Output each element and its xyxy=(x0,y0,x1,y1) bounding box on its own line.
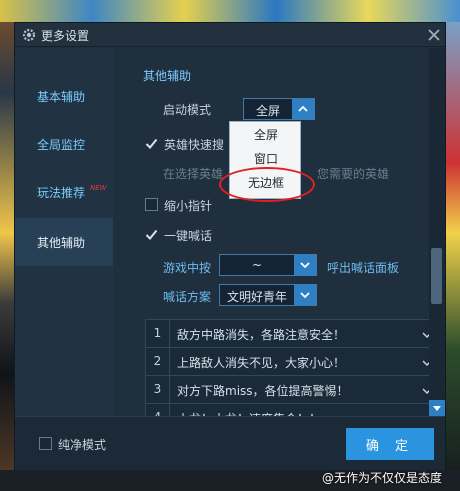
phrase-text: 敌方中路消失，各路注意安全！ xyxy=(177,328,346,342)
one-key-shout-label: 一键喊话 xyxy=(164,229,213,243)
startup-mode-select[interactable]: 全屏 xyxy=(243,98,315,120)
more-settings-dialog: 更多设置 基本辅助 全局监控 玩法推荐 NEW 其他辅助 其他辅助 启动模式 全… xyxy=(14,22,446,470)
sidebar-item-gameplay-recommend[interactable]: 玩法推荐 NEW xyxy=(15,168,113,216)
sidebar-item-label: 其他辅助 xyxy=(37,236,86,250)
sidebar-item-basic-assist[interactable]: 基本辅助 xyxy=(15,72,113,120)
open-shout-panel-label: 呼出喊话面板 xyxy=(327,261,400,275)
checkbox-box xyxy=(145,198,158,211)
pure-mode-label: 纯净模式 xyxy=(58,438,107,452)
checkmark-icon xyxy=(145,137,158,150)
phrase-text: 对方下路miss，各位提高警惕！ xyxy=(177,384,349,398)
checkmark-icon xyxy=(145,228,158,241)
new-badge: NEW xyxy=(90,184,107,192)
title-bar: 更多设置 xyxy=(15,23,445,47)
background-banner-top xyxy=(0,0,460,22)
sidebar-item-global-monitor[interactable]: 全局监控 xyxy=(15,120,113,168)
shout-scheme-label: 喊话方案 xyxy=(163,290,212,304)
content-scrollbar[interactable] xyxy=(429,48,445,416)
chevron-up-icon[interactable] xyxy=(292,99,314,119)
close-icon[interactable] xyxy=(425,26,443,44)
dialog-title: 更多设置 xyxy=(41,29,90,43)
phrase-row[interactable]: 2 上路敌人消失不见，大家小心！ xyxy=(146,348,438,376)
gear-icon xyxy=(21,27,37,43)
hero-hint-tail: 您需要的英雄 xyxy=(317,167,390,181)
background-strip-right xyxy=(446,22,460,491)
scroll-down-button[interactable] xyxy=(429,400,445,416)
section-title: 其他辅助 xyxy=(143,69,192,83)
shout-scheme-select[interactable]: 文明好青年 xyxy=(219,284,317,306)
confirm-button[interactable]: 确 定 xyxy=(346,428,434,460)
hero-quick-search-label: 英雄快速搜 xyxy=(164,138,225,152)
shout-phrase-list: 1 敌方中路消失，各路注意安全！ 2 上路敌人消失不见，大家小心！ 3 对方下路… xyxy=(145,319,439,423)
minimap-pointer-label: 缩小指针 xyxy=(164,199,213,213)
scrollbar-thumb[interactable] xyxy=(431,248,442,304)
chevron-down-icon[interactable] xyxy=(294,285,316,305)
phrase-number: 2 xyxy=(146,348,170,376)
highlight-ring xyxy=(219,167,315,202)
sidebar: 基本辅助 全局监控 玩法推荐 NEW 其他辅助 xyxy=(15,48,113,416)
phrase-row[interactable]: 1 敌方中路消失，各路注意安全！ xyxy=(146,320,438,348)
sidebar-item-label: 玩法推荐 xyxy=(37,186,86,200)
phrase-number: 3 xyxy=(146,376,170,404)
phrase-number: 1 xyxy=(146,320,170,348)
sidebar-item-label: 基本辅助 xyxy=(37,90,86,104)
background-strip-left xyxy=(0,22,14,491)
sidebar-item-other-assist[interactable]: 其他辅助 xyxy=(15,218,113,266)
chevron-down-icon[interactable] xyxy=(294,255,316,275)
startup-mode-label: 启动模式 xyxy=(163,103,212,117)
phrase-text: 上路敌人消失不见，大家小心！ xyxy=(177,356,346,370)
hero-hint-text: 在选择英雄 xyxy=(163,167,224,181)
hotkey-select[interactable]: ~ xyxy=(219,254,317,276)
game-key-label: 游戏中按 xyxy=(163,261,212,275)
option-fullscreen[interactable]: 全屏 xyxy=(230,122,302,146)
dialog-footer: 纯净模式 确 定 xyxy=(15,416,445,470)
checkbox-box xyxy=(39,437,52,450)
sidebar-item-label: 全局监控 xyxy=(37,138,86,152)
phrase-row[interactable]: 3 对方下路miss，各位提高警惕！ xyxy=(146,376,438,404)
watermark-text: @无作为不仅仅是态度 xyxy=(322,471,443,485)
